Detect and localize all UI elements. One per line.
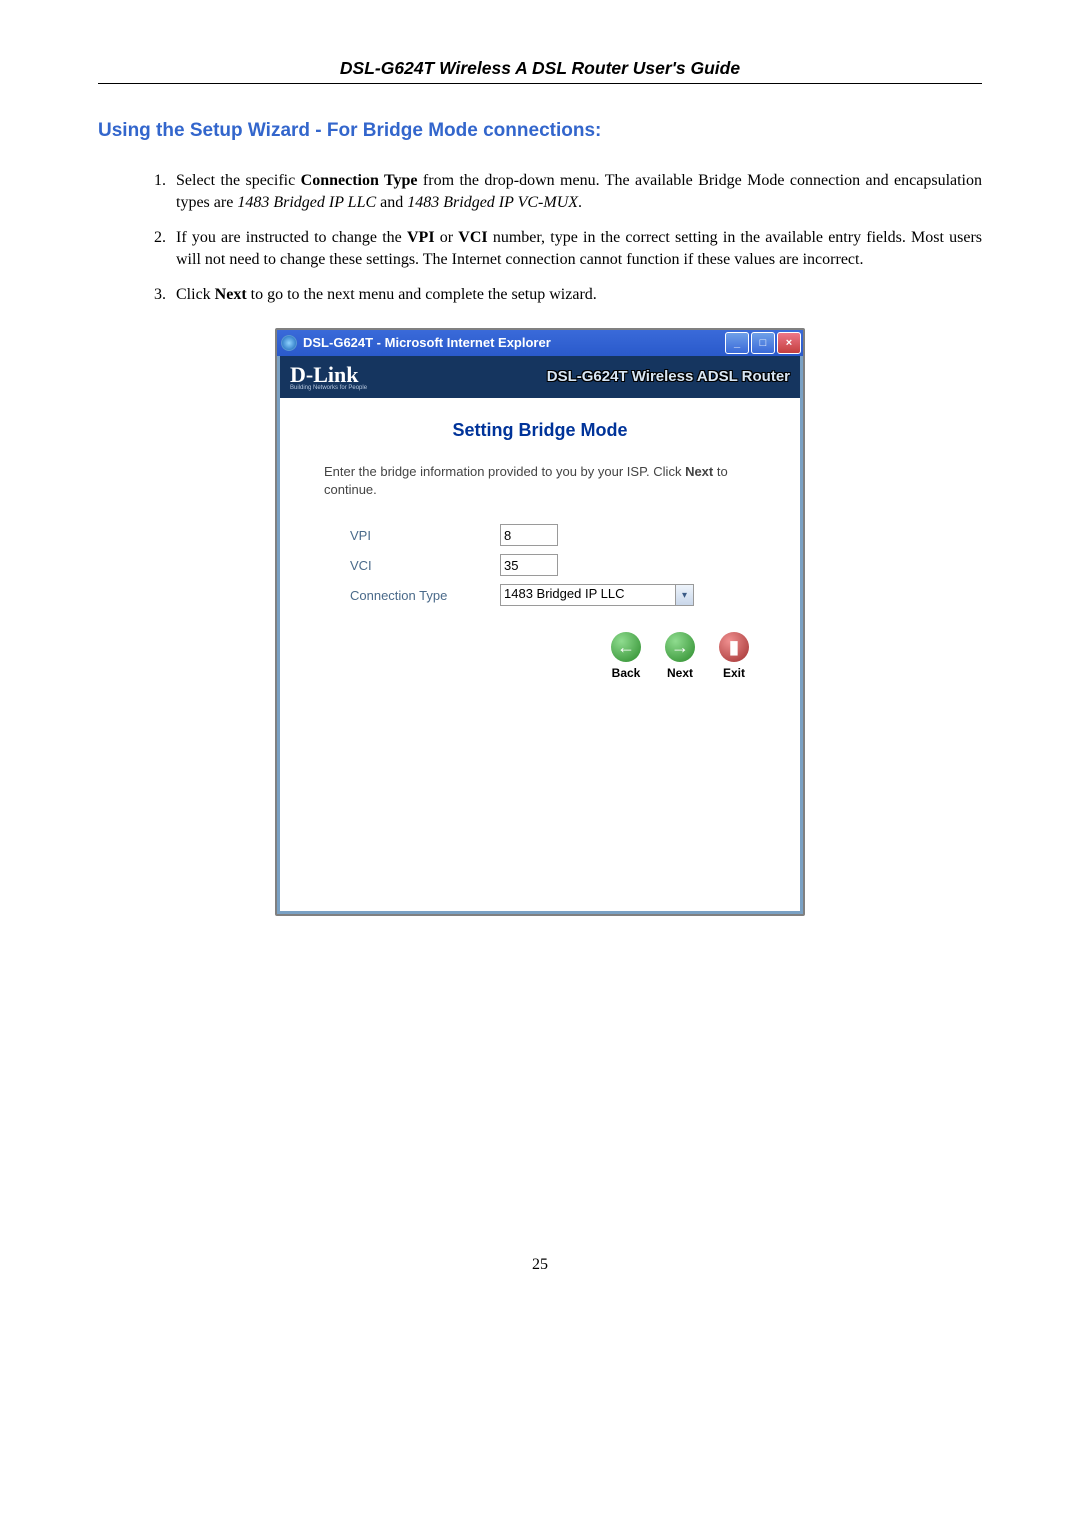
arrow-right-icon: → xyxy=(665,632,695,662)
wizard-heading: Setting Bridge Mode xyxy=(306,420,774,441)
minimize-button[interactable]: _ xyxy=(725,332,749,354)
step1-part-f: 1483 Bridged IP VC-MUX xyxy=(407,194,578,211)
window-titlebar: DSL-G624T - Microsoft Internet Explorer … xyxy=(277,330,803,356)
next-label: Next xyxy=(658,666,702,680)
stop-icon: ▮ xyxy=(719,632,749,662)
wizard-description: Enter the bridge information provided to… xyxy=(324,463,756,498)
step3-part-b: Next xyxy=(215,286,247,303)
maximize-button[interactable]: □ xyxy=(751,332,775,354)
running-header: DSL-G624T Wireless A DSL Router User's G… xyxy=(98,58,982,83)
ie-icon xyxy=(281,335,297,351)
step1-part-b: Connection Type xyxy=(301,172,418,189)
step2-part-c: or xyxy=(435,229,459,246)
vpi-input[interactable] xyxy=(500,524,558,546)
back-label: Back xyxy=(604,666,648,680)
screenshot-figure: DSL-G624T - Microsoft Internet Explorer … xyxy=(275,328,805,916)
wizard-desc-b: Next xyxy=(685,464,713,479)
window-title: DSL-G624T - Microsoft Internet Explorer xyxy=(303,335,551,350)
arrow-left-icon: ← xyxy=(611,632,641,662)
vpi-label: VPI xyxy=(350,528,500,543)
step1-part-d: 1483 Bridged IP LLC xyxy=(237,194,376,211)
dlink-tagline: Building Networks for People xyxy=(290,385,367,391)
chevron-down-icon[interactable]: ▾ xyxy=(675,584,694,606)
back-button[interactable]: ← Back xyxy=(604,632,648,680)
step2-part-d: VCI xyxy=(458,229,487,246)
list-item: Click Next to go to the next menu and co… xyxy=(170,284,982,306)
step3-part-a: Click xyxy=(176,286,215,303)
close-button[interactable]: × xyxy=(777,332,801,354)
step1-part-a: Select the specific xyxy=(176,172,301,189)
exit-label: Exit xyxy=(712,666,756,680)
router-title: DSL-G624T Wireless ADSL Router xyxy=(547,368,790,385)
vci-label: VCI xyxy=(350,558,500,573)
step1-part-g: . xyxy=(578,194,582,211)
vci-input[interactable] xyxy=(500,554,558,576)
wizard-desc-a: Enter the bridge information provided to… xyxy=(324,464,685,479)
section-heading: Using the Setup Wizard - For Bridge Mode… xyxy=(98,120,982,142)
connection-type-value: 1483 Bridged IP LLC xyxy=(500,584,675,606)
list-item: Select the specific Connection Type from… xyxy=(170,170,982,213)
router-banner: D-Link Building Networks for People DSL-… xyxy=(280,356,800,398)
step3-part-c: to go to the next menu and complete the … xyxy=(247,286,597,303)
exit-button[interactable]: ▮ Exit xyxy=(712,632,756,680)
header-rule xyxy=(98,83,982,84)
connection-type-select[interactable]: 1483 Bridged IP LLC ▾ xyxy=(500,584,694,606)
page-number: 25 xyxy=(98,1256,982,1274)
instruction-list: Select the specific Connection Type from… xyxy=(98,170,982,306)
list-item: If you are instructed to change the VPI … xyxy=(170,227,982,270)
connection-type-label: Connection Type xyxy=(350,588,500,603)
step1-part-e: and xyxy=(376,194,407,211)
step2-part-b: VPI xyxy=(407,229,435,246)
next-button[interactable]: → Next xyxy=(658,632,702,680)
step2-part-a: If you are instructed to change the xyxy=(176,229,407,246)
